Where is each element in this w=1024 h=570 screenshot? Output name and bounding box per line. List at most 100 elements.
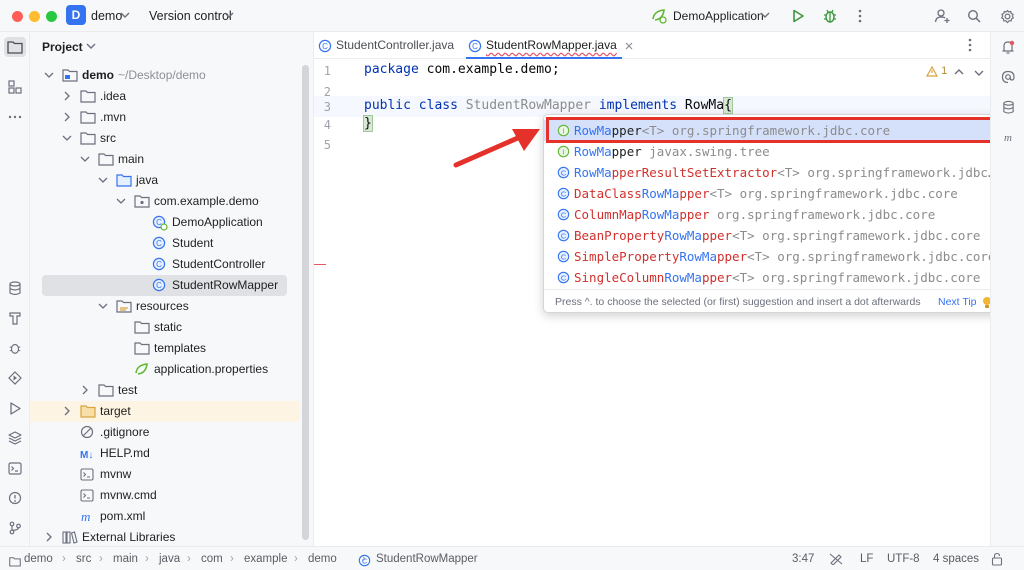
suggestion-item[interactable]: C BeanPropertyRowMapper<T> org.springfram… (544, 225, 1020, 246)
tree-item[interactable]: java (30, 170, 300, 191)
tree-item[interactable]: resources (30, 296, 300, 317)
lock-icon[interactable] (991, 552, 1003, 566)
project-panel-title[interactable]: Project (42, 40, 83, 54)
line-separator[interactable]: LF (860, 547, 873, 570)
suggestion-item[interactable]: I RowMapper javax.swing.tree (544, 141, 1020, 162)
tab-student-row-mapper[interactable]: C StudentRowMapper.java (468, 32, 634, 59)
endpoints-tool-button[interactable] (5, 308, 25, 328)
tree-item[interactable]: C DemoApplication (30, 212, 300, 233)
tree-item[interactable]: mvnw.cmd (30, 485, 300, 506)
chevron-down-icon[interactable] (86, 42, 96, 50)
tree-item[interactable]: .idea (30, 86, 300, 107)
chevron-right-icon[interactable] (62, 112, 72, 122)
tab-options-button[interactable] (968, 38, 972, 55)
breadcrumb-item[interactable]: src (76, 547, 91, 570)
tree-item[interactable]: templates (30, 338, 300, 359)
breadcrumb-item[interactable]: main (113, 547, 138, 570)
minimize-window-button[interactable] (29, 11, 40, 22)
next-tip-link[interactable]: Next Tip (938, 290, 977, 312)
chevron-down-icon[interactable] (974, 69, 984, 77)
services-tool-button[interactable] (5, 368, 25, 388)
problems-tool-button[interactable] (5, 488, 25, 508)
chevron-down-icon[interactable] (760, 11, 770, 19)
breadcrumb-item[interactable]: demo (308, 547, 337, 570)
readonly-toggle-icon[interactable] (829, 553, 843, 565)
file-encoding[interactable]: UTF-8 (887, 547, 920, 570)
tree-item[interactable]: application.properties (30, 359, 300, 380)
git-tool-button[interactable] (5, 518, 25, 538)
tab-student-controller[interactable]: C StudentController.java (318, 32, 454, 59)
project-badge[interactable]: D (66, 5, 86, 25)
tree-item[interactable]: src (30, 128, 300, 149)
project-name[interactable]: demo (91, 9, 122, 23)
tree-item[interactable]: .mvn (30, 107, 300, 128)
chevron-down-icon[interactable] (80, 154, 90, 164)
tree-item[interactable]: C StudentController (30, 254, 300, 275)
code-line-3[interactable]: public class StudentRowMapper implements… (364, 97, 733, 114)
suggestion-item[interactable]: C SimplePropertyRowMapper<T> org.springfr… (544, 246, 1020, 267)
tree-item[interactable]: .gitignore (30, 422, 300, 443)
tree-item[interactable]: M↓ HELP.md (30, 443, 300, 464)
terminal-tool-button[interactable] (5, 458, 25, 478)
chevron-right-icon[interactable] (44, 532, 54, 542)
run-button[interactable] (788, 6, 808, 26)
debug-tool-button[interactable] (5, 338, 25, 358)
indent-setting[interactable]: 4 spaces (933, 547, 979, 570)
suggestion-item[interactable]: C SingleColumnRowMapper<T> org.springfram… (544, 267, 1020, 288)
chevron-up-icon[interactable] (954, 68, 964, 76)
chevron-down-icon[interactable] (62, 133, 72, 143)
chevron-right-icon[interactable] (62, 406, 72, 416)
tree-item[interactable]: target (30, 401, 300, 422)
notifications-button[interactable] (999, 38, 1017, 56)
tree-item[interactable]: demo ~/Desktop/demo (30, 65, 300, 86)
chevron-down-icon[interactable] (98, 301, 108, 311)
chevron-down-icon[interactable] (120, 11, 130, 19)
tree-item[interactable]: mvnw (30, 464, 300, 485)
debug-button[interactable] (820, 6, 840, 26)
caret-position[interactable]: 3:47 (792, 547, 814, 570)
breadcrumb-item[interactable]: com (201, 547, 223, 570)
close-window-button[interactable] (12, 11, 23, 22)
chevron-down-icon[interactable] (44, 70, 54, 80)
version-control-menu[interactable]: Version control (149, 9, 232, 23)
tree-item[interactable]: m pom.xml (30, 506, 300, 527)
search-button[interactable] (964, 6, 984, 26)
breadcrumb-item[interactable]: example (244, 547, 287, 570)
run-configuration-selector[interactable]: DemoApplication (673, 9, 764, 23)
tree-item[interactable]: C StudentRowMapper (42, 275, 287, 296)
more-actions-button[interactable] (850, 6, 870, 26)
breadcrumb-item[interactable]: demo (24, 547, 53, 570)
chevron-right-icon[interactable] (80, 385, 90, 395)
database-button[interactable] (999, 98, 1017, 116)
settings-button[interactable] (997, 6, 1017, 26)
suggestion-item[interactable]: C RowMapperResultSetExtractor<T> org.spri… (544, 162, 1020, 183)
add-user-button[interactable] (932, 6, 952, 26)
code-line-4[interactable]: } (363, 115, 373, 132)
zoom-window-button[interactable] (46, 11, 57, 22)
ai-assistant-button[interactable] (999, 68, 1017, 86)
warnings-indicator[interactable]: 1 (926, 65, 947, 77)
tree-item[interactable]: C Student (30, 233, 300, 254)
chevron-down-icon[interactable] (224, 11, 234, 19)
close-icon[interactable] (624, 41, 634, 51)
suggestion-item[interactable]: C ColumnMapRowMapper org.springframework.… (544, 204, 1020, 225)
run-tool-button[interactable] (5, 398, 25, 418)
tree-item[interactable]: com.example.demo (30, 191, 300, 212)
chevron-down-icon[interactable] (116, 196, 126, 206)
suggestion-item[interactable]: C DataClassRowMapper<T> org.springframewo… (544, 183, 1020, 204)
chevron-right-icon[interactable] (62, 91, 72, 101)
tree-item[interactable]: static (30, 317, 300, 338)
tree-item[interactable]: test (30, 380, 300, 401)
layers-tool-button[interactable] (5, 428, 25, 448)
chevron-down-icon[interactable] (98, 175, 108, 185)
database-tool-button[interactable] (5, 278, 25, 298)
tree-item[interactable]: External Libraries (30, 527, 300, 548)
structure-tool-button[interactable] (5, 77, 25, 97)
more-tools-button[interactable] (5, 107, 25, 127)
project-tool-button[interactable] (4, 37, 26, 57)
breadcrumb-item[interactable]: java (159, 547, 180, 570)
project-tree-scrollbar[interactable] (302, 65, 309, 540)
tree-item[interactable]: main (30, 149, 300, 170)
maven-button[interactable]: m (999, 128, 1017, 146)
code-line-1[interactable]: package com.example.demo; (364, 62, 560, 77)
